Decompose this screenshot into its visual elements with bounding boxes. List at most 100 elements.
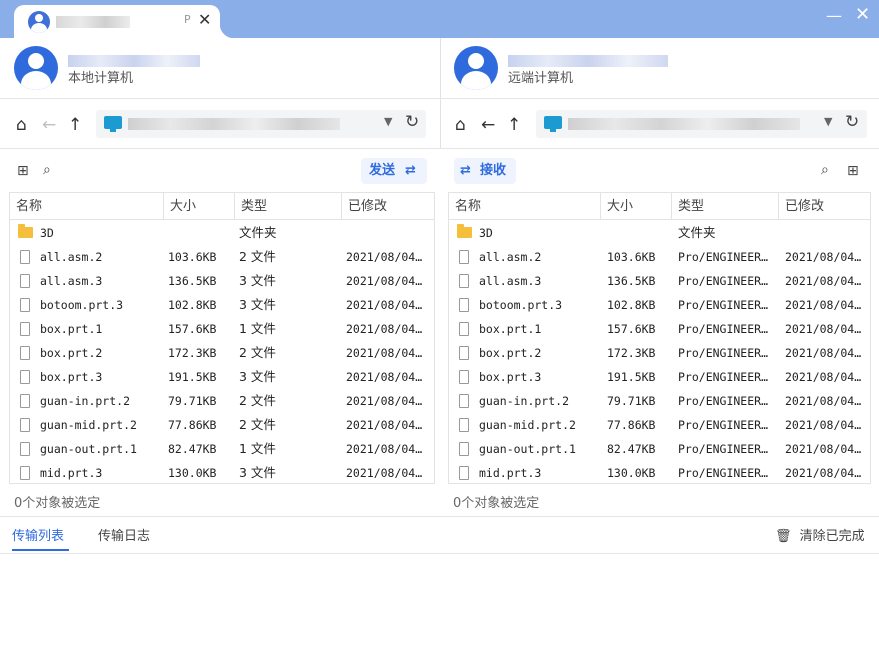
remote-table-header: 名称 大小 类型 已修改 — [449, 193, 870, 220]
file-row[interactable]: guan-in.prt.2 79.71KB 2 文件 2021/08/04… — [10, 389, 434, 413]
remote-new-folder-icon[interactable]: ⊞ — [847, 163, 859, 179]
file-row[interactable]: guan-out.prt.1 82.47KB 1 文件 2021/08/04… — [10, 437, 434, 461]
remote-refresh-icon[interactable]: ↻ — [845, 112, 859, 132]
title-bar: P ✕ — ✕ — [0, 0, 879, 38]
file-row[interactable]: botoom.prt.3 102.8KB Pro/ENGINEER… 2021/08/… — [449, 293, 870, 317]
local-back-icon[interactable]: ← — [42, 115, 56, 135]
cell-name: box.prt.2 — [40, 346, 103, 360]
cell-type: 2 文件 — [239, 417, 276, 432]
cell-size: 79.71KB — [168, 394, 217, 408]
file-row[interactable]: box.prt.3 191.5KB Pro/ENGINEER… 2021/08/04… — [449, 365, 870, 389]
cell-modified: 2021/08/04… — [785, 394, 862, 408]
receive-button[interactable]: ⇄ 接收 — [454, 158, 516, 184]
tab-close-icon[interactable]: ✕ — [198, 10, 211, 29]
cell-modified: 2021/08/04… — [785, 322, 862, 336]
cell-type: Pro/ENGINEER… — [678, 346, 769, 360]
file-icon — [459, 322, 469, 336]
file-row[interactable]: all.asm.2 103.6KB 2 文件 2021/08/04… — [10, 245, 434, 269]
column-header-size[interactable]: 大小 — [164, 193, 235, 220]
send-button[interactable]: 发送 ⇄ — [361, 158, 427, 184]
local-file-table: 名称 大小 类型 已修改 3D 文件夹 all.asm.2 103.6KB 2 文件 20… — [9, 192, 435, 484]
file-row[interactable]: box.prt.3 191.5KB 3 文件 2021/08/04… — [10, 365, 434, 389]
cell-size: 130.0KB — [168, 466, 217, 480]
file-icon — [20, 394, 30, 408]
cell-modified: 2021/08/04… — [785, 370, 862, 384]
file-row[interactable]: all.asm.2 103.6KB Pro/ENGINEER… 2021/08/04… — [449, 245, 870, 269]
column-header-modified[interactable]: 已修改 — [342, 193, 434, 220]
file-row[interactable]: guan-in.prt.2 79.71KB Pro/ENGINEER… 2021/08… — [449, 389, 870, 413]
column-header-type[interactable]: 类型 — [672, 193, 779, 220]
file-row[interactable]: box.prt.1 157.6KB Pro/ENGINEER… 2021/08/04… — [449, 317, 870, 341]
cell-modified: 2021/08/04… — [346, 442, 423, 456]
remote-path-dropdown-icon[interactable]: ▼ — [824, 115, 832, 128]
local-caption: 本地计算机 — [68, 71, 134, 86]
file-row[interactable]: box.prt.2 172.3KB 2 文件 2021/08/04… — [10, 341, 434, 365]
remote-home-icon[interactable]: ⌂ — [455, 115, 466, 135]
file-row[interactable]: 3D 文件夹 — [10, 221, 434, 245]
file-row[interactable]: mid.prt.3 130.0KB Pro/ENGINEER… 2021/08/04… — [449, 461, 870, 483]
cell-name: box.prt.1 — [40, 322, 103, 336]
local-search-icon[interactable]: ⌕ — [43, 162, 51, 178]
transfer-icon: ⇄ — [460, 163, 471, 178]
remote-account-redacted — [508, 55, 668, 67]
cell-size: 77.86KB — [168, 418, 217, 432]
receive-label: 接收 — [480, 163, 507, 178]
cell-modified: 2021/08/04… — [346, 250, 423, 264]
file-row[interactable]: guan-mid.prt.2 77.86KB 2 文件 2021/08/04… — [10, 413, 434, 437]
file-row[interactable]: box.prt.1 157.6KB 1 文件 2021/08/04… — [10, 317, 434, 341]
file-row[interactable]: guan-mid.prt.2 77.86KB Pro/ENGINEER… 2021/0… — [449, 413, 870, 437]
column-header-modified[interactable]: 已修改 — [779, 193, 870, 220]
cell-type: 3 文件 — [239, 465, 276, 480]
local-refresh-icon[interactable]: ↻ — [405, 112, 419, 132]
file-row[interactable]: mid.prt.3 130.0KB 3 文件 2021/08/04… — [10, 461, 434, 483]
cell-name: guan-in.prt.2 — [479, 394, 570, 408]
cell-name: mid.prt.3 — [40, 466, 103, 480]
remote-search-icon[interactable]: ⌕ — [821, 162, 829, 178]
file-icon — [459, 346, 469, 360]
tab-transfer-log[interactable]: 传输日志 — [98, 525, 150, 544]
cell-type: 2 文件 — [239, 345, 276, 360]
cell-size: 82.47KB — [168, 442, 217, 456]
file-icon — [20, 346, 30, 360]
cell-name: 3D — [479, 226, 493, 240]
file-row[interactable]: 3D 文件夹 — [449, 221, 870, 245]
session-tab[interactable]: P ✕ — [14, 5, 234, 38]
file-row[interactable]: botoom.prt.3 102.8KB 3 文件 2021/08/04… — [10, 293, 434, 317]
cell-modified: 2021/08/04… — [785, 298, 862, 312]
file-icon — [20, 442, 30, 456]
file-row[interactable]: guan-out.prt.1 82.47KB Pro/ENGINEER… 2021/0… — [449, 437, 870, 461]
cell-name: all.asm.3 — [479, 274, 542, 288]
minimize-icon[interactable]: — — [826, 6, 842, 25]
clear-completed-button[interactable]: 🗑 清除已完成 — [775, 525, 865, 544]
local-up-icon[interactable]: ↑ — [68, 115, 82, 135]
folder-icon — [18, 224, 33, 238]
local-home-icon[interactable]: ⌂ — [16, 115, 27, 135]
cell-modified — [346, 221, 434, 245]
remote-path-field[interactable]: ▼ ↻ — [536, 110, 867, 138]
cell-modified: 2021/08/04… — [785, 418, 862, 432]
local-avatar — [14, 46, 58, 90]
cell-type: 2 文件 — [239, 249, 276, 264]
cell-size: 102.8KB — [168, 298, 217, 312]
column-header-type[interactable]: 类型 — [235, 193, 342, 220]
cell-size: 157.6KB — [607, 322, 656, 336]
window-close-icon[interactable]: ✕ — [855, 4, 870, 25]
tab-p-label: P — [184, 13, 191, 26]
cell-name: box.prt.3 — [40, 370, 103, 384]
remote-back-icon[interactable]: ← — [481, 115, 495, 135]
file-row[interactable]: all.asm.3 136.5KB 3 文件 2021/08/04… — [10, 269, 434, 293]
remote-up-icon[interactable]: ↑ — [507, 115, 521, 135]
tab-transfer-list[interactable]: 传输列表 — [12, 525, 64, 544]
file-row[interactable]: all.asm.3 136.5KB Pro/ENGINEER… 2021/08/04… — [449, 269, 870, 293]
cell-size — [168, 221, 235, 245]
column-header-name[interactable]: 名称 — [10, 193, 164, 220]
local-new-folder-icon[interactable]: ⊞ — [17, 163, 29, 179]
cell-size: 157.6KB — [168, 322, 217, 336]
local-path-field[interactable]: ▼ ↻ — [96, 110, 426, 138]
local-path-dropdown-icon[interactable]: ▼ — [384, 115, 392, 128]
column-header-size[interactable]: 大小 — [601, 193, 672, 220]
cell-size: 136.5KB — [607, 274, 656, 288]
file-icon — [459, 274, 469, 288]
column-header-name[interactable]: 名称 — [449, 193, 601, 220]
file-row[interactable]: box.prt.2 172.3KB Pro/ENGINEER… 2021/08/04… — [449, 341, 870, 365]
